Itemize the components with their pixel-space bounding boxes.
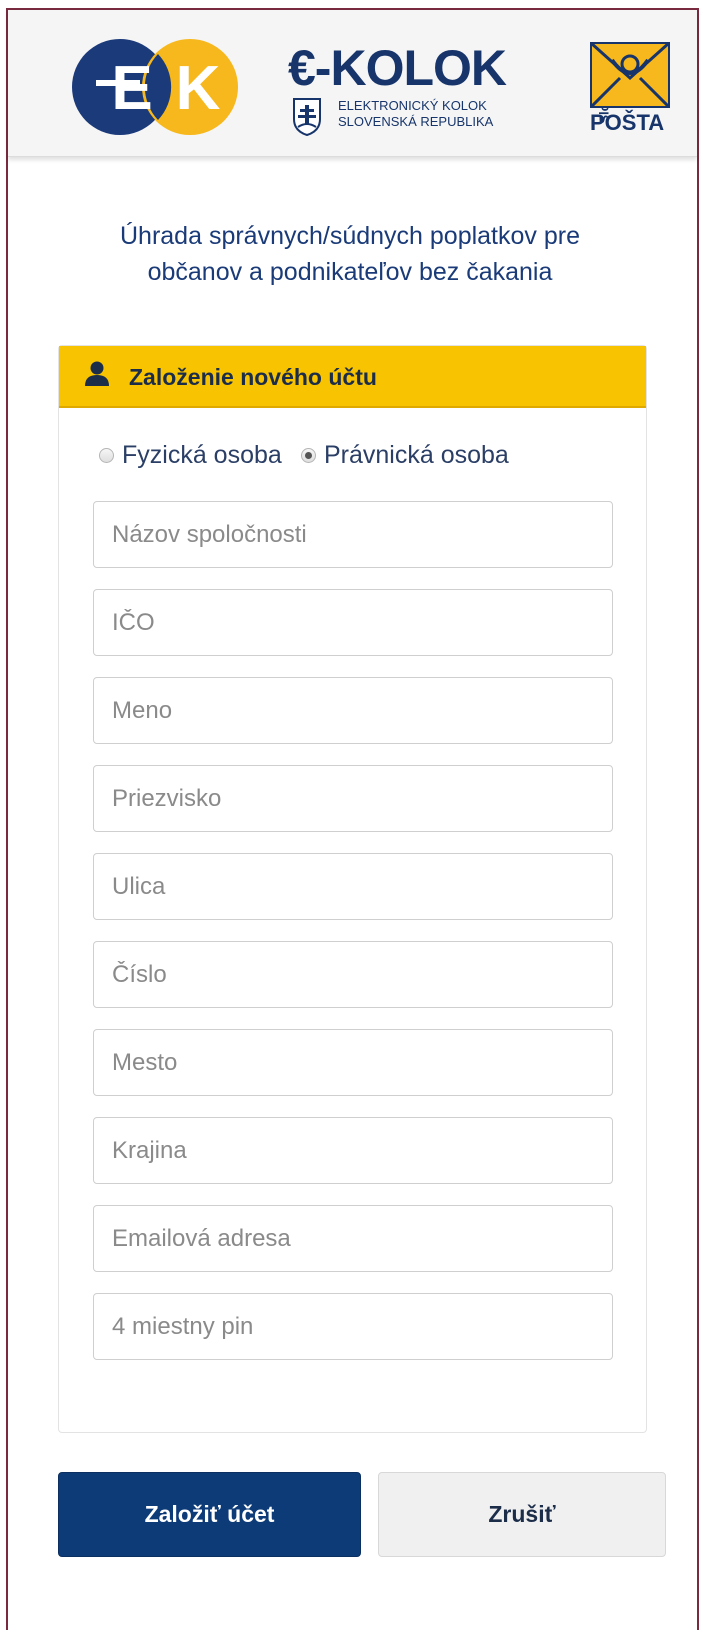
posthorn-icon	[590, 42, 670, 108]
radio-button[interactable]	[99, 448, 114, 463]
tagline: Úhrada správnych/súdnych poplatkov pre o…	[120, 222, 580, 286]
email-field[interactable]	[93, 1205, 613, 1272]
radio-pravnicka-osoba[interactable]: Právnická osoba	[301, 441, 509, 470]
pin-field[interactable]	[93, 1293, 613, 1360]
ico-field[interactable]	[93, 589, 613, 656]
posta-logo: Slovenská POŠTA	[565, 40, 675, 142]
ek-logo: E K	[72, 39, 238, 135]
user-icon	[85, 361, 109, 386]
first-name-field[interactable]	[93, 677, 613, 744]
slovak-crest-icon	[293, 98, 321, 137]
ekolok-logo: €-KOLOK ELEKTRONICKÝ KOLOK SLOVENSKÁ REP…	[288, 38, 528, 142]
cancel-button[interactable]: Zrušiť	[378, 1472, 666, 1557]
ekolok-title: €-KOLOK	[288, 40, 507, 96]
street-input[interactable]	[94, 854, 612, 919]
first-name-input[interactable]	[94, 678, 612, 743]
ico-input[interactable]	[94, 590, 612, 655]
radio-label: Fyzická osoba	[122, 441, 282, 469]
create-account-button[interactable]: Založiť účet	[58, 1472, 361, 1557]
posta-word: POŠTA	[590, 110, 665, 135]
company-name-input[interactable]	[94, 502, 612, 567]
registration-card: Založenie nového účtu Fyzická osoba Práv…	[58, 345, 647, 1433]
city-input[interactable]	[94, 1030, 612, 1095]
ek-logo-e: E	[111, 54, 152, 123]
company-name-field[interactable]	[93, 501, 613, 568]
pin-input[interactable]	[94, 1294, 612, 1359]
house-number-input[interactable]	[94, 942, 612, 1007]
radio-fyzicka-osoba[interactable]: Fyzická osoba	[99, 441, 282, 470]
header-bar: E K €-KOLOK ELEKTRONICKÝ KOLOK SLOVENSKÁ…	[8, 10, 697, 157]
last-name-field[interactable]	[93, 765, 613, 832]
city-field[interactable]	[93, 1029, 613, 1096]
card-header: Založenie nového účtu	[59, 346, 646, 408]
ekolok-subtitle: ELEKTRONICKÝ KOLOK SLOVENSKÁ REPUBLIKA	[338, 98, 494, 129]
radio-button-checked[interactable]	[301, 448, 316, 463]
card-title: Založenie nového účtu	[129, 364, 377, 390]
radio-label: Právnická osoba	[324, 441, 509, 469]
house-number-field[interactable]	[93, 941, 613, 1008]
email-input[interactable]	[94, 1206, 612, 1271]
country-input[interactable]	[94, 1118, 612, 1183]
ek-logo-k: K	[176, 54, 221, 123]
street-field[interactable]	[93, 853, 613, 920]
last-name-input[interactable]	[94, 766, 612, 831]
country-field[interactable]	[93, 1117, 613, 1184]
